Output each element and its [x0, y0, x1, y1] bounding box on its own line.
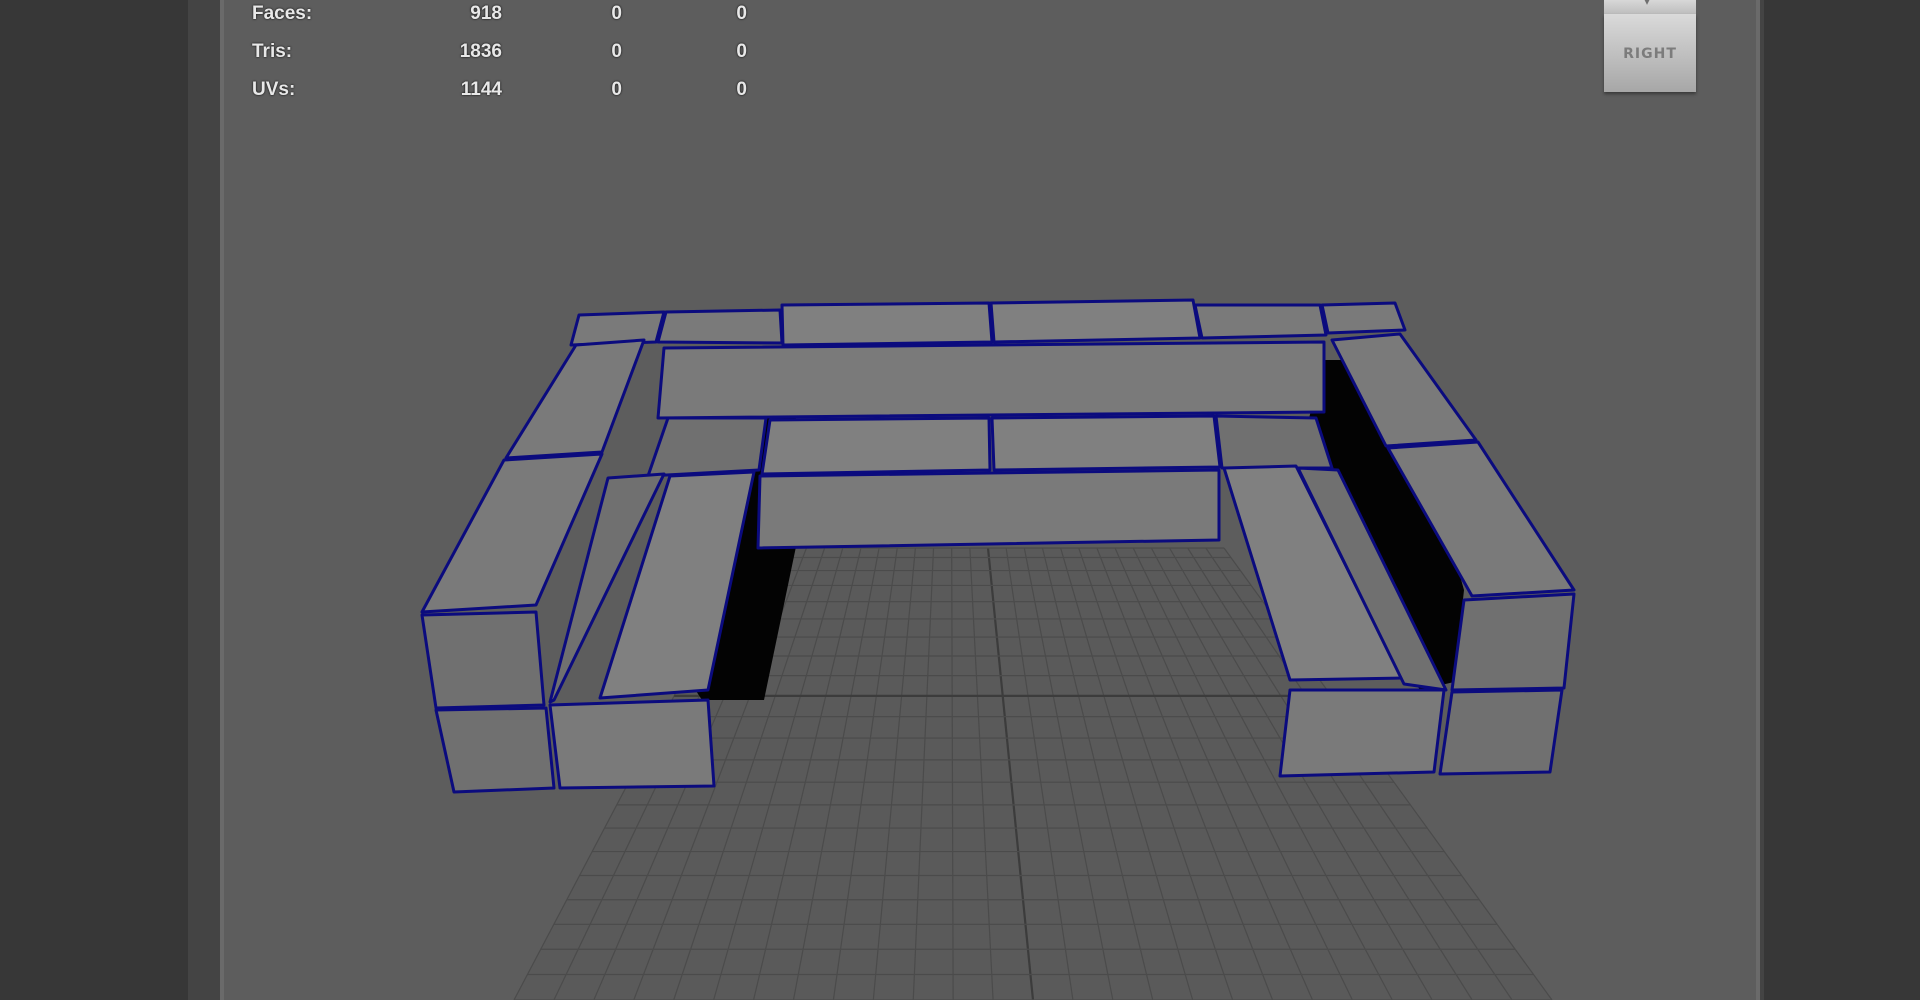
hud-label: UVs:: [252, 79, 296, 100]
hud-value: 1836: [459, 41, 502, 62]
back-top-segment-left: [656, 308, 784, 345]
left-panel: [0, 0, 188, 1000]
right-seat-front: [1278, 688, 1446, 778]
back-top-corner-left: [569, 310, 666, 347]
back-top-segment-right: [1193, 303, 1328, 340]
seat-front-panel: [756, 468, 1221, 550]
hud-value: 0: [611, 79, 622, 100]
back-rest-front: [656, 340, 1326, 420]
hud-value: 0: [611, 41, 622, 62]
right-arm-front-upper: [1450, 592, 1576, 692]
hud-value: 1144: [460, 79, 502, 100]
back-top-cushion-2: [989, 298, 1202, 344]
3d-viewport[interactable]: Faces: 918 0 0 Tris: 1836 0 0 UVs: 1144 …: [224, 0, 1756, 1000]
left-arm-front-upper: [420, 610, 546, 710]
view-cube-label: RIGHT: [1623, 46, 1677, 62]
hud-label: Faces:: [252, 3, 313, 24]
left-arm-top-back: [504, 338, 646, 460]
back-top-cushion-1: [780, 301, 994, 347]
left-arm-top-front: [420, 452, 604, 614]
seat-back-left: [646, 416, 768, 478]
hud-value: 0: [611, 3, 622, 24]
viewport-border-right: [1756, 0, 1760, 1000]
hud-value: 918: [470, 3, 502, 24]
right-panel: [1764, 0, 1920, 1000]
hud-value: 0: [736, 41, 747, 62]
seat-back-cushion-2: [990, 414, 1222, 472]
view-cube-top-face[interactable]: ▾: [1604, 0, 1696, 15]
left-arm-front-lower: [434, 706, 556, 794]
left-seat-front: [548, 698, 716, 790]
hud-value: 0: [736, 3, 747, 24]
right-arm-front-lower: [1438, 688, 1564, 776]
back-top-corner-right: [1320, 301, 1407, 335]
seat-back-cushion-1: [760, 416, 992, 476]
view-cube[interactable]: ▾ RIGHT: [1602, 0, 1696, 93]
scene-render: [420, 298, 1576, 1000]
view-cube-top-glyph: ▾: [1644, 0, 1651, 8]
seat-back-right: [1214, 414, 1334, 470]
hud-value: 0: [736, 79, 747, 100]
hud-label: Tris:: [252, 41, 293, 62]
view-cube-right-face[interactable]: RIGHT: [1604, 14, 1696, 92]
